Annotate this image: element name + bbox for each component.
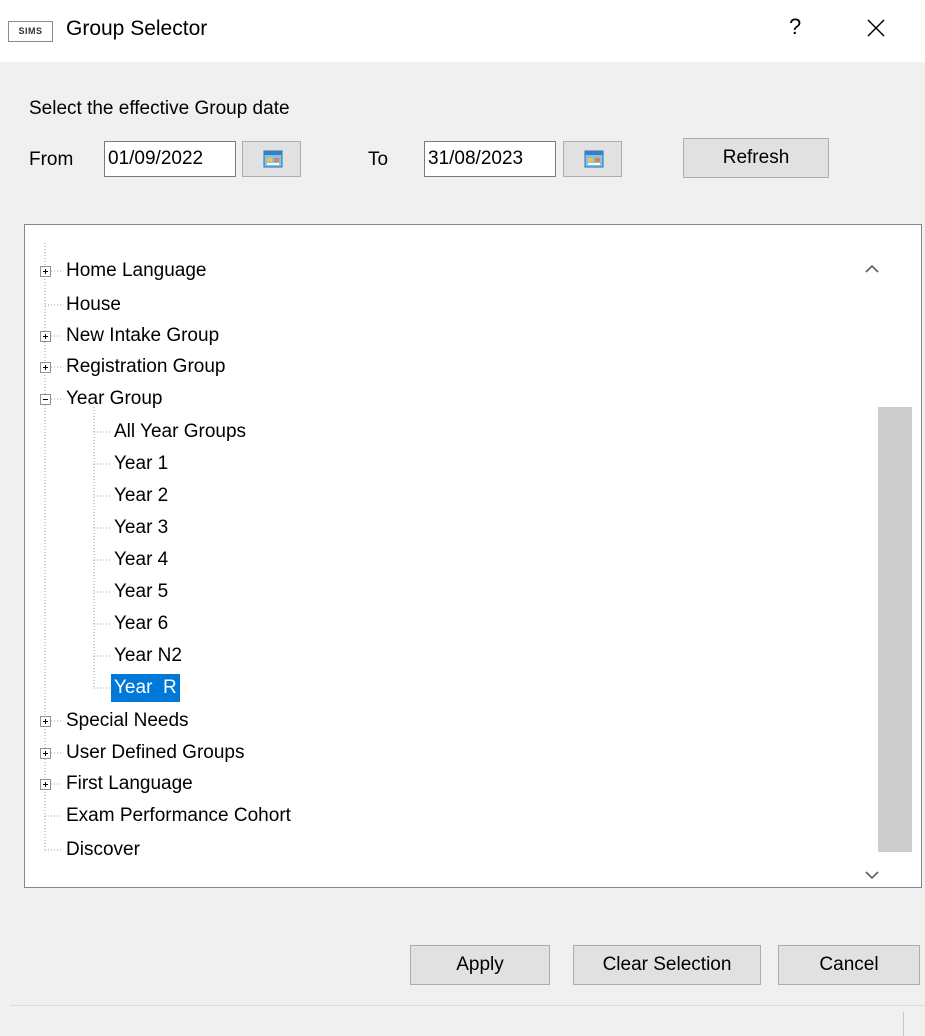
- to-calendar-button[interactable]: [563, 141, 622, 177]
- to-label: To: [368, 149, 389, 170]
- expand-first-language-toggle[interactable]: [40, 779, 51, 790]
- scroll-down-button[interactable]: [862, 866, 882, 892]
- title-bar: SIMS Group Selector ?: [0, 0, 925, 62]
- tree-scrollbar-thumb[interactable]: [878, 407, 912, 852]
- expand-registration-group-toggle[interactable]: [40, 362, 51, 373]
- window-title: Group Selector: [66, 17, 208, 40]
- help-button[interactable]: ?: [789, 14, 801, 40]
- date-heading: Select the effective Group date: [29, 98, 290, 119]
- status-separator: [10, 1005, 925, 1006]
- tree-node-year-n2[interactable]: Year N2: [114, 642, 182, 670]
- tree-node-exam-performance-cohort[interactable]: Exam Performance Cohort: [66, 802, 291, 830]
- apply-button[interactable]: Apply: [410, 945, 550, 985]
- tree-node-new-intake-group[interactable]: New Intake Group: [66, 322, 219, 350]
- chevron-up-icon: [865, 264, 879, 273]
- expand-home-language-toggle[interactable]: [40, 266, 51, 277]
- from-date-field[interactable]: 01/09/2022: [104, 141, 236, 177]
- tree-node-house[interactable]: House: [66, 291, 121, 319]
- chevron-down-icon: [865, 871, 879, 880]
- cancel-button[interactable]: Cancel: [778, 945, 920, 985]
- from-label: From: [29, 149, 74, 170]
- tree-node-year-5[interactable]: Year 5: [114, 578, 168, 606]
- tree-node-year-1[interactable]: Year 1: [114, 450, 168, 478]
- sims-app-icon: SIMS: [8, 21, 53, 42]
- calendar-icon: [263, 150, 283, 168]
- tree-node-home-language[interactable]: Home Language: [66, 257, 207, 285]
- tree-node-user-defined-groups[interactable]: User Defined Groups: [66, 739, 244, 767]
- expand-special-needs-toggle[interactable]: [40, 716, 51, 727]
- expand-user-defined-groups-toggle[interactable]: [40, 748, 51, 759]
- to-date-field[interactable]: 31/08/2023: [424, 141, 556, 177]
- from-calendar-button[interactable]: [242, 141, 301, 177]
- group-tree[interactable]: Home Language House New Intake Group Reg…: [24, 224, 922, 888]
- clear-selection-button[interactable]: Clear Selection: [573, 945, 761, 985]
- close-icon: [867, 19, 885, 37]
- tree-node-registration-group[interactable]: Registration Group: [66, 353, 225, 381]
- tree-node-year-2[interactable]: Year 2: [114, 482, 168, 510]
- close-button[interactable]: [856, 11, 896, 47]
- expand-new-intake-group-toggle[interactable]: [40, 331, 51, 342]
- tree-node-year-r-selected[interactable]: Year R: [111, 674, 180, 702]
- scroll-up-button[interactable]: [862, 258, 882, 284]
- calendar-icon: [584, 150, 604, 168]
- tree-node-all-year-groups[interactable]: All Year Groups: [114, 418, 246, 446]
- collapse-year-group-toggle[interactable]: [40, 394, 51, 405]
- tree-node-year-4[interactable]: Year 4: [114, 546, 168, 574]
- refresh-button[interactable]: Refresh: [683, 138, 829, 178]
- tree-node-year-group[interactable]: Year Group: [66, 385, 162, 413]
- tree-node-year-6[interactable]: Year 6: [114, 610, 168, 638]
- tree-node-discover[interactable]: Discover: [66, 836, 140, 864]
- resize-grip[interactable]: [903, 1012, 904, 1036]
- tree-node-first-language[interactable]: First Language: [66, 770, 193, 798]
- tree-node-special-needs[interactable]: Special Needs: [66, 707, 189, 735]
- tree-node-year-3[interactable]: Year 3: [114, 514, 168, 542]
